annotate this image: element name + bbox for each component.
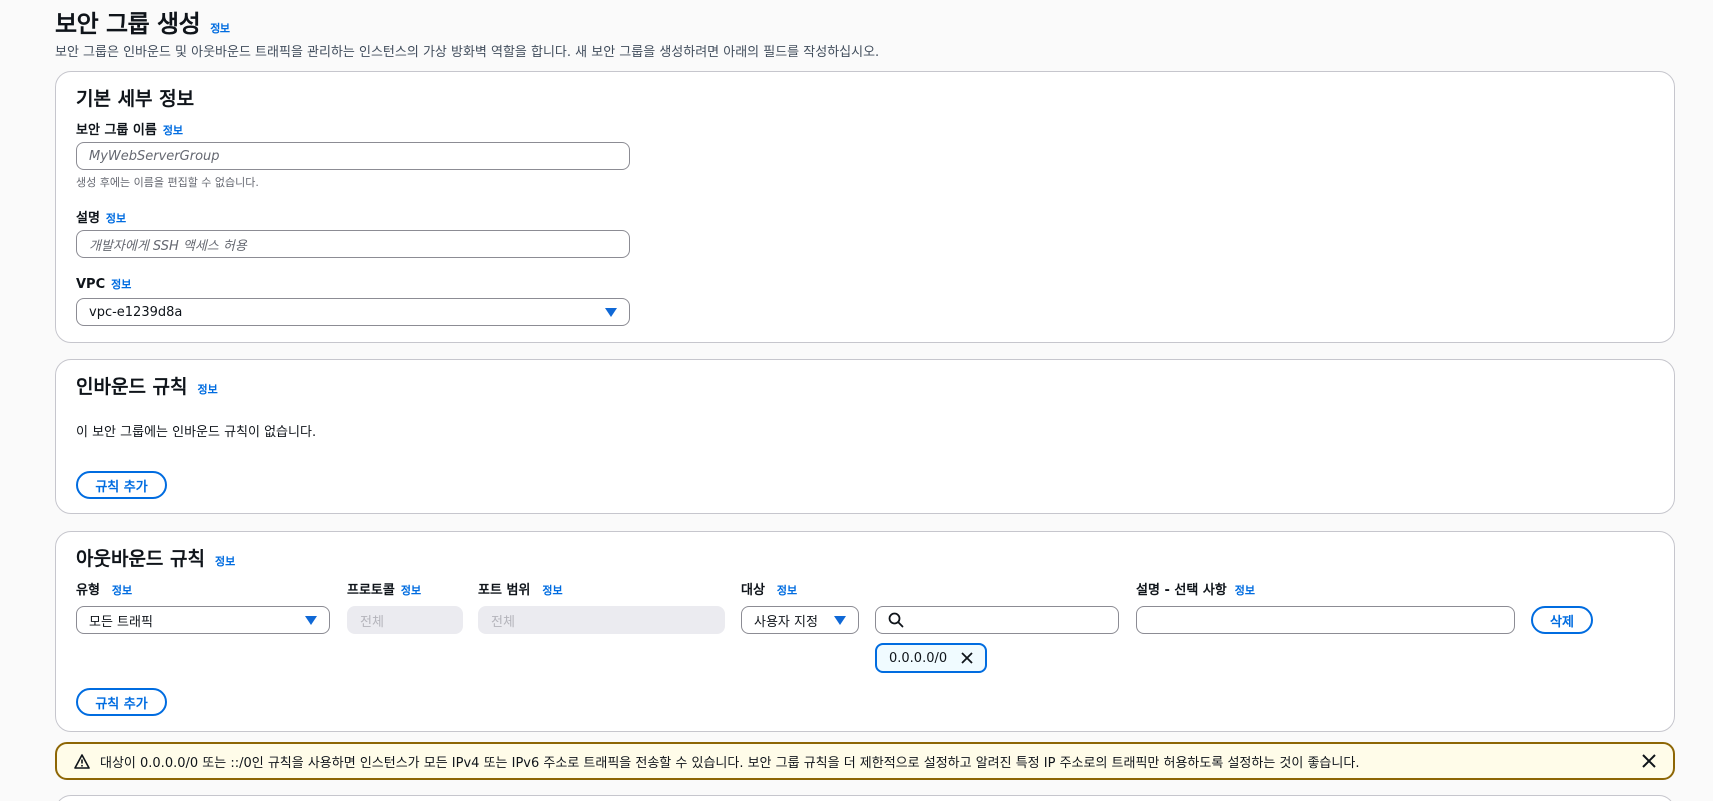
delete-rule-button[interactable]: 삭제 [1531, 606, 1593, 634]
col-desc-info-link[interactable]: 정보 [1235, 582, 1255, 598]
col-desc-label: 설명 - 선택 사항 정보 [1136, 579, 1255, 598]
destination-token-text: 0.0.0.0/0 [889, 650, 948, 666]
port-range-input: 전체 [478, 606, 725, 634]
protocol-input: 전체 [347, 606, 463, 634]
outbound-add-rule-button[interactable]: 규칙 추가 [76, 688, 167, 716]
type-select[interactable]: 모든 트래픽 [76, 606, 330, 634]
col-protocol-text: 프로토콜 [347, 583, 395, 598]
basic-details-card: 기본 세부 정보 보안 그룹 이름 정보 MyWebServerGroup 생성… [55, 71, 1675, 343]
inbound-title-text: 인바운드 규칙 [76, 376, 188, 398]
next-section-card [55, 795, 1675, 801]
destination-mode-value: 사용자 지정 [754, 614, 818, 630]
vpc-label-text: VPC [76, 277, 106, 292]
search-icon [888, 612, 904, 628]
destination-token: 0.0.0.0/0 [875, 643, 988, 673]
chevron-down-icon [834, 616, 846, 625]
col-type-label: 유형 정보 [76, 579, 132, 598]
description-placeholder: 개발자에게 SSH 액세스 허용 [89, 238, 247, 254]
close-icon[interactable] [1642, 754, 1656, 768]
name-info-link[interactable]: 정보 [163, 122, 183, 138]
col-desc-text: 설명 - 선택 사항 [1136, 583, 1227, 598]
outbound-title-text: 아웃바운드 규칙 [76, 548, 205, 570]
col-type-info-link[interactable]: 정보 [112, 582, 132, 598]
name-label: 보안 그룹 이름 정보 [76, 119, 183, 138]
col-dest-text: 대상 [741, 583, 765, 598]
page-description: 보안 그룹은 인바운드 및 아웃바운드 트래픽을 관리하는 인스턴스의 가상 방… [55, 45, 880, 60]
outbound-rules-title: 아웃바운드 규칙 정보 [76, 544, 235, 571]
type-value: 모든 트래픽 [89, 614, 153, 630]
basic-details-title: 기본 세부 정보 [76, 84, 194, 111]
dismiss-token-icon[interactable] [961, 652, 973, 664]
destination-search-input[interactable] [875, 606, 1119, 634]
warning-alert: 대상이 0.0.0.0/0 또는 ::/0인 규칙을 사용하면 인스턴스가 모든… [55, 742, 1675, 780]
rule-description-input[interactable] [1136, 606, 1515, 634]
col-type-text: 유형 [76, 583, 100, 598]
col-port-text: 포트 범위 [478, 583, 531, 598]
col-port-label: 포트 범위 정보 [478, 579, 563, 598]
description-label-text: 설명 [76, 211, 100, 226]
destination-select[interactable]: 사용자 지정 [741, 606, 859, 634]
col-port-info-link[interactable]: 정보 [542, 582, 562, 598]
basic-details-title-text: 기본 세부 정보 [76, 88, 195, 110]
page-title-text: 보안 그룹 생성 [55, 10, 201, 38]
vpc-info-link[interactable]: 정보 [111, 276, 131, 292]
page-info-link[interactable]: 정보 [210, 20, 230, 36]
name-label-text: 보안 그룹 이름 [76, 123, 157, 138]
description-label: 설명 정보 [76, 207, 126, 226]
inbound-add-rule-button[interactable]: 규칙 추가 [76, 471, 167, 499]
warning-text: 대상이 0.0.0.0/0 또는 ::/0인 규칙을 사용하면 인스턴스가 모든… [100, 755, 1360, 771]
warning-icon [74, 753, 90, 769]
security-group-name-input[interactable]: MyWebServerGroup [76, 142, 630, 170]
description-input[interactable]: 개발자에게 SSH 액세스 허용 [76, 230, 630, 258]
vpc-label: VPC 정보 [76, 276, 131, 292]
inbound-rules-title: 인바운드 규칙 정보 [76, 372, 218, 399]
vpc-value: vpc-e1239d8a [89, 304, 183, 320]
col-dest-label: 대상 정보 [741, 579, 797, 598]
port-value: 전체 [491, 614, 515, 630]
name-hint: 생성 후에는 이름을 편집할 수 없습니다. [76, 176, 259, 189]
inbound-empty-text: 이 보안 그룹에는 인바운드 규칙이 없습니다. [76, 425, 317, 440]
protocol-value: 전체 [360, 614, 384, 630]
chevron-down-icon [605, 308, 617, 317]
col-protocol-label: 프로토콜 정보 [347, 579, 421, 598]
chevron-down-icon [305, 616, 317, 625]
col-dest-info-link[interactable]: 정보 [777, 582, 797, 598]
description-info-link[interactable]: 정보 [106, 210, 126, 226]
page-title: 보안 그룹 생성 정보 [55, 4, 230, 39]
col-protocol-info-link[interactable]: 정보 [401, 582, 421, 598]
inbound-info-link[interactable]: 정보 [198, 381, 218, 397]
name-placeholder: MyWebServerGroup [89, 148, 220, 164]
inbound-rules-card: 인바운드 규칙 정보 이 보안 그룹에는 인바운드 규칙이 없습니다. 규칙 추… [55, 359, 1675, 514]
outbound-rules-card: 아웃바운드 규칙 정보 유형 정보 프로토콜 정보 포트 범위 정보 대상 정보… [55, 531, 1675, 732]
vpc-select[interactable]: vpc-e1239d8a [76, 298, 630, 326]
outbound-info-link[interactable]: 정보 [215, 553, 235, 569]
